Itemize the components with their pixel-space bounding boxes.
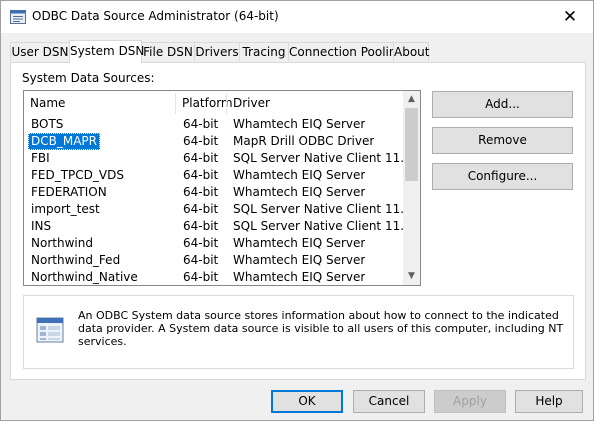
odbc-admin-window: ODBC Data Source Administrator (64-bit) … [0,0,594,421]
row-platform: 64-bit [183,185,219,199]
row-driver: MapR Drill ODBC Driver [233,134,375,148]
tab-file-dsn[interactable]: File DSN [141,42,195,61]
row-platform: 64-bit [183,168,219,182]
row-name: import_test [31,202,100,216]
help-button[interactable]: Help [515,390,583,413]
row-name: FED_TPCD_VDS [31,168,124,182]
table-row[interactable]: BOTS 64-bit Whamtech EIQ Server [24,116,404,133]
vertical-scrollbar[interactable]: ▲ ▼ [403,91,420,285]
info-description: An ODBC System data source stores inform… [78,309,564,348]
row-driver: Whamtech EIQ Server [233,168,366,182]
row-platform: 64-bit [183,253,219,267]
remove-button[interactable]: Remove [432,127,573,154]
row-name: Northwind_Native [31,270,138,284]
scroll-up-arrow-icon[interactable]: ▲ [403,91,420,108]
table-row[interactable]: INS 64-bit SQL Server Native Client 11.0 [24,218,412,235]
add-button[interactable]: Add... [432,91,573,118]
tab-drivers[interactable]: Drivers [194,42,240,61]
odbc-app-icon [10,10,26,24]
table-row[interactable]: Northwind_Native 64-bit Whamtech EIQ Ser… [24,269,404,285]
close-button[interactable]: ✕ [547,1,593,33]
odbc-datasource-icon [36,317,64,343]
tab-system-dsn[interactable]: System DSN [69,40,144,63]
row-name: Northwind_Fed [31,253,121,267]
system-data-sources-list[interactable]: Name Platform Driver BOTS 64-bit Whamtec… [23,90,421,286]
row-driver: SQL Server Native Client 11.0 [233,219,412,233]
cancel-button[interactable]: Cancel [353,390,425,413]
row-driver: SQL Server Native Client 11.0 [233,202,412,216]
row-platform: 64-bit [183,202,219,216]
row-platform: 64-bit [183,270,219,284]
row-driver: Whamtech EIQ Server [233,270,366,284]
close-icon: ✕ [562,7,578,27]
row-driver: Whamtech EIQ Server [233,236,366,250]
system-data-sources-label: System Data Sources: [22,71,155,85]
row-platform: 64-bit [183,151,219,165]
tab-about[interactable]: About [393,42,429,61]
list-header: Name Platform Driver [24,91,404,116]
row-name: DCB_MAPR [28,133,100,150]
column-header-name[interactable]: Name [24,91,174,116]
row-name: INS [31,219,52,233]
row-driver: Whamtech EIQ Server [233,185,366,199]
ok-button[interactable]: OK [271,390,343,413]
column-header-driver[interactable]: Driver [227,91,404,116]
row-name: FBI [31,151,50,165]
title-bar: ODBC Data Source Administrator (64-bit) … [1,1,593,33]
table-row[interactable]: FBI 64-bit SQL Server Native Client 11.0 [24,150,412,167]
configure-button[interactable]: Configure... [432,163,573,190]
table-row[interactable]: FED_TPCD_VDS 64-bit Whamtech EIQ Server [24,167,404,184]
row-platform: 64-bit [183,219,219,233]
table-row[interactable]: FEDERATION 64-bit Whamtech EIQ Server [24,184,404,201]
window-title: ODBC Data Source Administrator (64-bit) [32,9,279,23]
table-row[interactable]: Northwind_Fed 64-bit Whamtech EIQ Server [24,252,404,269]
column-header-platform[interactable]: Platform [176,91,233,116]
row-platform: 64-bit [183,236,219,250]
row-name: BOTS [31,117,64,131]
row-name: FEDERATION [31,185,107,199]
row-name: Northwind [31,236,93,250]
table-row-selected[interactable]: DCB_MAPR 64-bit MapR Drill ODBC Driver [24,133,404,150]
row-driver: Whamtech EIQ Server [233,253,366,267]
row-driver: SQL Server Native Client 11.0 [233,151,412,165]
info-box: An ODBC System data source stores inform… [23,295,574,369]
tab-user-dsn[interactable]: User DSN [10,42,70,61]
scrollbar-thumb[interactable] [405,108,418,181]
row-driver: Whamtech EIQ Server [233,117,366,131]
tab-tracing[interactable]: Tracing [239,42,289,61]
table-row[interactable]: Northwind 64-bit Whamtech EIQ Server [24,235,404,252]
tab-connection-pooling[interactable]: Connection Pooling [288,42,404,61]
row-platform: 64-bit [183,117,219,131]
row-platform: 64-bit [183,134,219,148]
scroll-down-arrow-icon[interactable]: ▼ [403,268,420,285]
apply-button[interactable]: Apply [434,390,506,413]
table-row[interactable]: import_test 64-bit SQL Server Native Cli… [24,201,412,218]
